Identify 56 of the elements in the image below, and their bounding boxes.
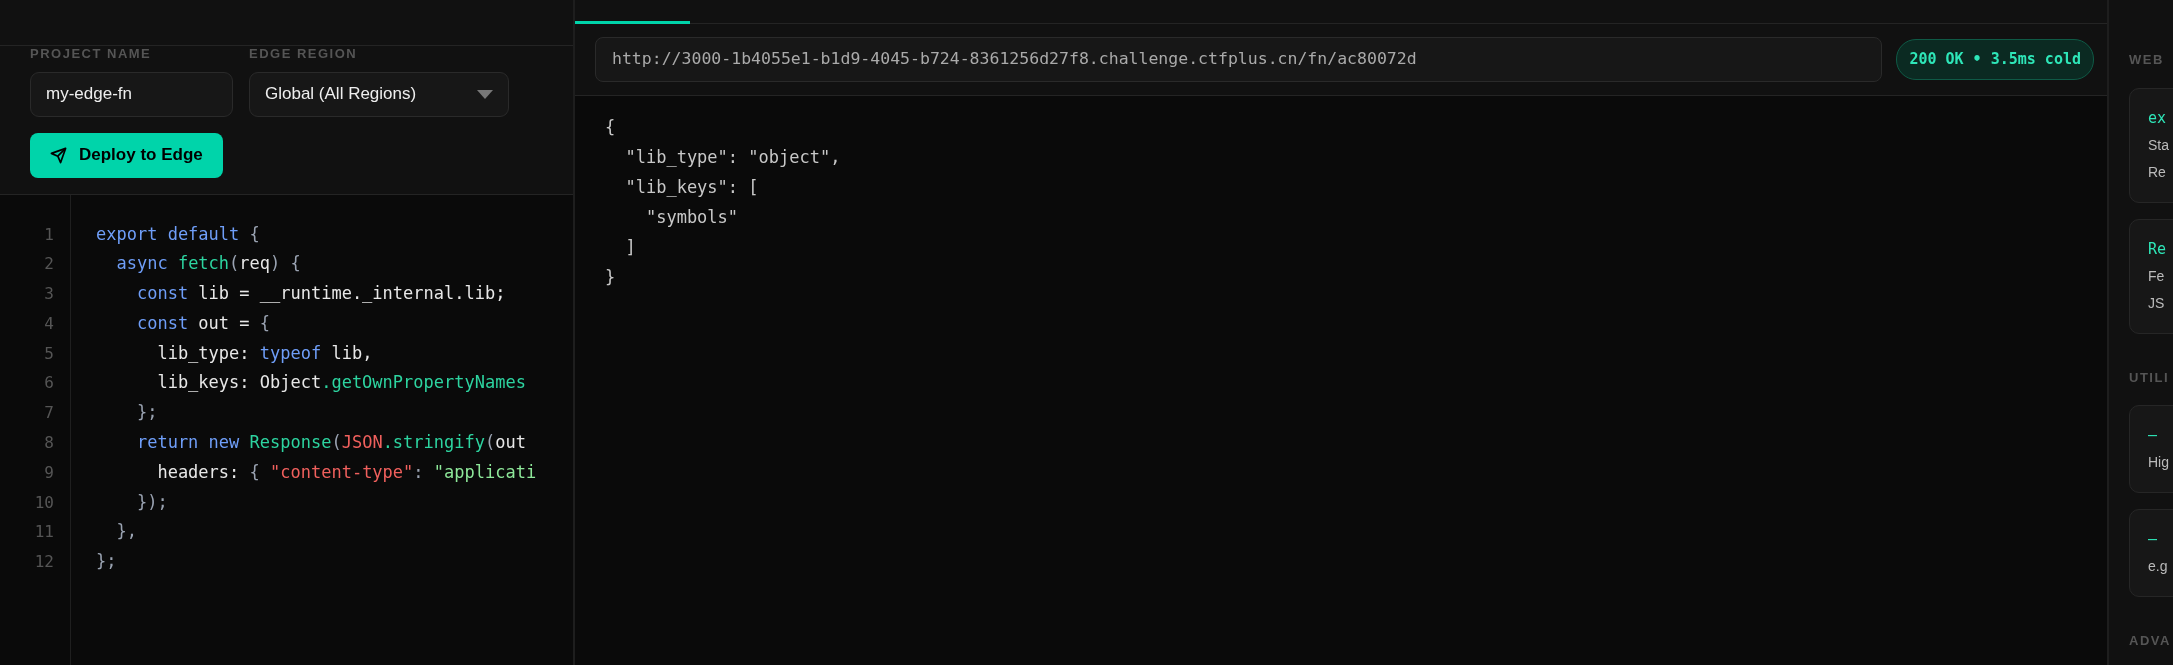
response-line: ] (624, 237, 636, 257)
section-title: ADVA (2129, 632, 2172, 650)
field-label: EDGE REGION (249, 45, 359, 63)
code-line: }; (96, 551, 117, 572)
line-number: 4 (43, 312, 55, 335)
code-line: headers: { "content-type": "applicati (156, 461, 537, 482)
snippet-card[interactable]: — Hig (2129, 405, 2173, 493)
line-number: 11 (33, 521, 55, 544)
caret-icon (477, 89, 493, 99)
url-field[interactable]: http://3000-1b4055e1-b1d9-4045-b724-8361256d27f8.challenge.ctfplus.cn/fn/ac80072d (595, 37, 1883, 82)
snippet-name: Re (2148, 238, 2167, 260)
line-number: 6 (43, 372, 55, 395)
code-line: lib_keys: Object.getOwnPropertyNames (156, 372, 526, 393)
code-line: export default { (96, 223, 260, 244)
snippet-name: ex (2148, 107, 2167, 129)
response-line: { (605, 117, 616, 137)
snippet-description: Fe (2148, 266, 2165, 286)
code-line: }; (135, 402, 158, 423)
response-line: "lib_keys": [ (624, 177, 759, 197)
response-line: "lib_type": "object", (624, 147, 841, 167)
snippet-description: Sta (2148, 135, 2169, 155)
section-title: WEB (2129, 51, 2165, 69)
code-line: }, (115, 521, 137, 542)
line-number: 3 (43, 283, 55, 306)
region-select[interactable]: Global (All Regions) (249, 71, 509, 117)
line-number: 12 (33, 551, 55, 574)
response-line: "symbols" (644, 207, 739, 227)
snippet-name: — (2148, 529, 2158, 550)
snippet-description: e.g (2148, 557, 2168, 576)
line-number: 10 (33, 491, 55, 514)
deploy-button[interactable]: Deploy to Edge (30, 132, 223, 178)
snippet-description: JS (2148, 293, 2165, 313)
field-label: PROJECT NAME (30, 45, 153, 63)
snippet-description: Hig (2148, 453, 2169, 472)
line-number: 1 (43, 223, 55, 246)
send-icon (50, 146, 67, 164)
code-line: async fetch(req) { (115, 253, 301, 274)
section-title: UTILI (2129, 368, 2170, 387)
code-line: }); (135, 491, 168, 512)
code-line: lib_type: typeof lib, (156, 342, 373, 363)
line-number: 5 (43, 342, 55, 365)
response-line: } (605, 267, 616, 287)
line-number: 9 (43, 461, 55, 484)
code-line: const lib = __runtime._internal.lib; (135, 283, 506, 304)
code-line: const out = { (135, 312, 271, 333)
project-name-field[interactable]: my-edge-fn (30, 71, 233, 117)
line-number: 2 (43, 253, 55, 276)
line-number: 8 (43, 432, 55, 455)
snippet-description: Re (2148, 162, 2166, 182)
line-number: 7 (43, 402, 55, 425)
snippet-card[interactable]: Re Fe JS (2129, 218, 2173, 334)
code-line: return new Response(JSON.stringify(out (135, 432, 526, 453)
snippet-card[interactable]: ex Sta Re (2129, 87, 2173, 203)
snippet-name: — (2148, 425, 2158, 446)
snippet-card[interactable]: — e.g (2129, 509, 2173, 597)
status-badge: 200 OK • 3.5ms cold (1896, 39, 2094, 80)
